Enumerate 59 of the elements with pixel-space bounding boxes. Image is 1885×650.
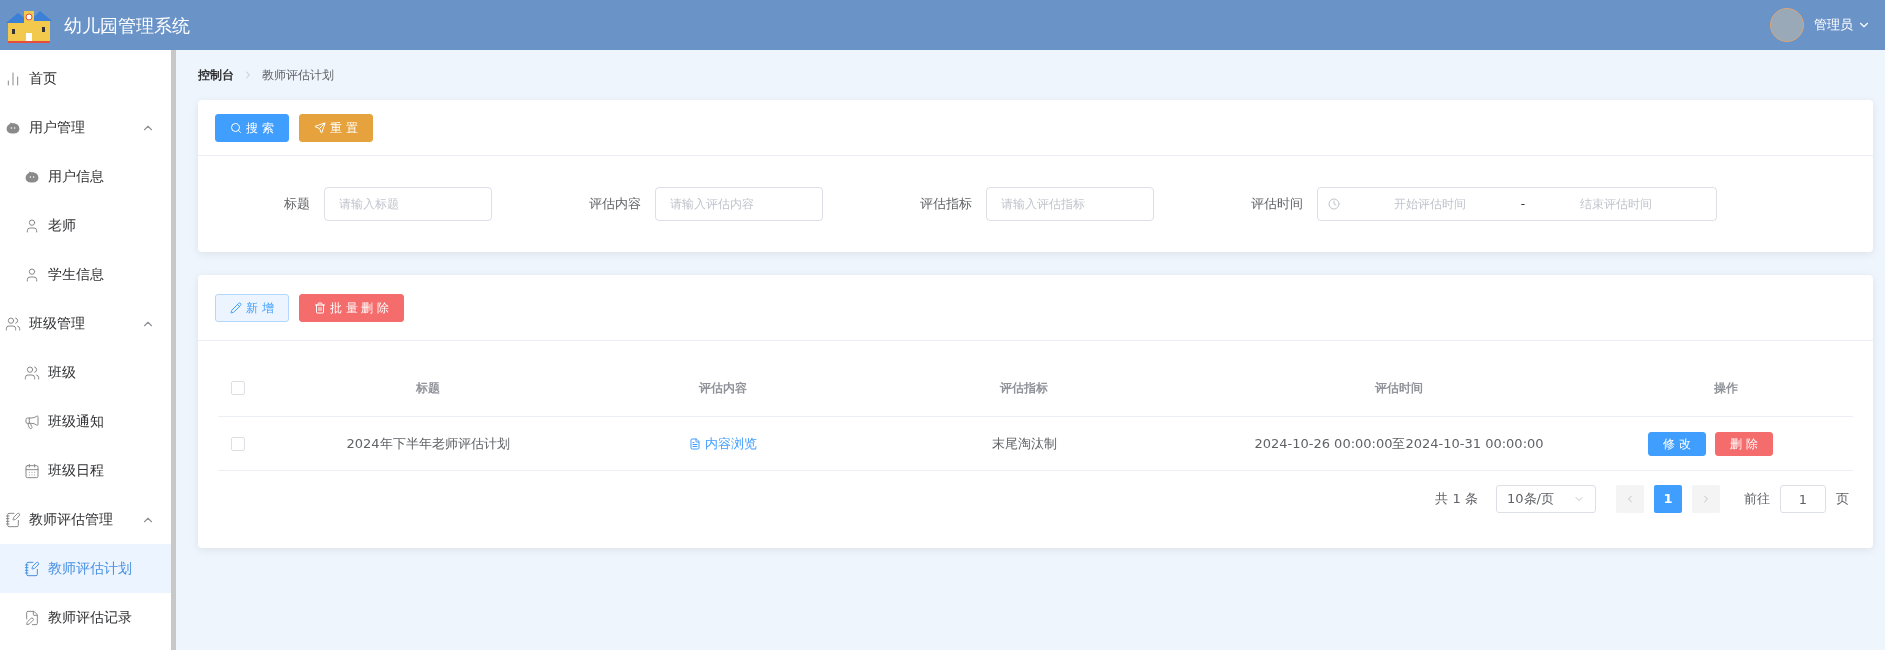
sidebar-item[interactable]: 用户管理 <box>0 103 171 152</box>
notebook-pen-icon <box>24 560 40 577</box>
input-field[interactable]: 请输入评估指标 <box>986 187 1154 221</box>
app-title: 幼儿园管理系统 <box>64 13 190 38</box>
pencil-icon <box>230 301 242 314</box>
total-count: 共 1 条 <box>1435 490 1478 509</box>
sidebar-item[interactable]: 老师 <box>0 201 171 250</box>
column-header: 评估时间 <box>1373 379 1424 397</box>
document-pen-icon <box>24 609 40 626</box>
page-suffix: 页 <box>1836 490 1849 509</box>
next-page-button[interactable] <box>1692 485 1720 513</box>
users-icon <box>5 315 21 332</box>
prev-page-button[interactable] <box>1616 485 1644 513</box>
megaphone-icon <box>24 413 40 430</box>
avatar[interactable] <box>1770 8 1804 42</box>
field-label: 标题 <box>283 195 311 214</box>
end-date-placeholder: 结束评估时间 <box>1578 196 1653 213</box>
sidebar-item[interactable]: 首页 <box>0 54 171 103</box>
column-header: 评估内容 <box>697 379 748 397</box>
table-cell-text: 2024年下半年老师评估计划 <box>345 434 511 453</box>
input-field[interactable]: 请输入评估内容 <box>655 187 823 221</box>
range-separator: - <box>1520 196 1526 213</box>
sidebar-item[interactable]: 班级日程 <box>0 446 171 495</box>
input-field[interactable]: 请输入标题 <box>324 187 492 221</box>
paper-plane-icon <box>313 121 326 134</box>
breadcrumb-item[interactable]: 控制台 <box>198 66 234 84</box>
user-icon <box>24 266 40 283</box>
users-icon <box>24 364 40 381</box>
sidebar-item[interactable]: 学生信息 <box>0 250 171 299</box>
sidebar-item[interactable]: 班级通知 <box>0 397 171 446</box>
notebook-pen-icon <box>5 511 21 528</box>
sidebar-item[interactable]: 用户信息 <box>0 152 171 201</box>
field-label: 评估内容 <box>588 195 642 214</box>
checkbox[interactable] <box>231 436 245 451</box>
table-cell-text: 末尾淘汰制 <box>990 434 1058 453</box>
sidebar-item[interactable]: 班级管理 <box>0 299 171 348</box>
date-range-field[interactable]: 开始评估时间 - 结束评估时间 <box>1317 187 1717 221</box>
table-cell-text: 2024-10-26 00:00:00至2024-10-31 00:00:00 <box>1253 434 1545 453</box>
sidebar-item[interactable]: 班级 <box>0 348 171 397</box>
breadcrumb-item: 教师评估计划 <box>262 67 334 84</box>
start-date-placeholder: 开始评估时间 <box>1393 196 1468 213</box>
calendar-icon <box>24 462 40 479</box>
checkbox[interactable] <box>231 380 245 395</box>
sidebar-item[interactable]: 教师评估管理 <box>0 495 171 544</box>
sidebar-item[interactable]: 教师评估记录 <box>0 593 171 642</box>
column-header: 标题 <box>415 379 441 397</box>
document-icon <box>689 437 701 450</box>
page-number-field[interactable]: 1 <box>1780 485 1826 513</box>
clock-icon <box>1328 198 1340 210</box>
column-header: 评估指标 <box>998 379 1049 397</box>
column-header: 操作 <box>1712 379 1739 397</box>
field-label: 评估时间 <box>1250 195 1304 214</box>
field-label: 评估指标 <box>919 195 973 214</box>
trash-icon <box>313 301 326 314</box>
bar-chart-icon <box>5 70 21 87</box>
search-icon <box>230 121 242 134</box>
page-size-select[interactable]: 10条/页 <box>1496 485 1596 513</box>
user-icon <box>24 217 40 234</box>
goto-label: 前往 <box>1744 490 1770 509</box>
